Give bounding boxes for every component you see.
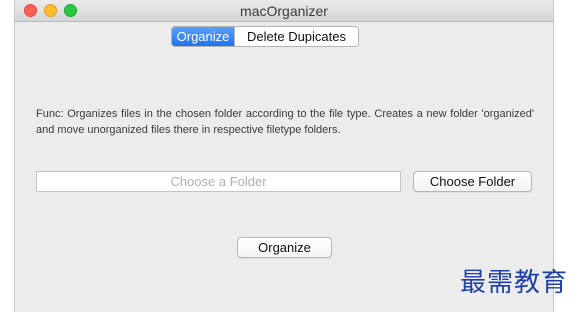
choose-folder-button[interactable]: Choose Folder: [413, 171, 532, 192]
function-description: Func: Organizes files in the chosen fold…: [36, 108, 534, 136]
title-bar[interactable]: macOrganizer: [15, 0, 553, 22]
watermark-logo: 最需教育: [460, 268, 569, 298]
window-title: macOrganizer: [240, 3, 328, 19]
tab-organize[interactable]: Organize: [172, 27, 234, 46]
mode-tabs: Organize Delete Dupicates: [171, 26, 359, 47]
tab-delete-duplicates[interactable]: Delete Dupicates: [234, 27, 358, 46]
organize-button[interactable]: Organize: [237, 237, 332, 258]
folder-path-field[interactable]: [36, 171, 401, 192]
